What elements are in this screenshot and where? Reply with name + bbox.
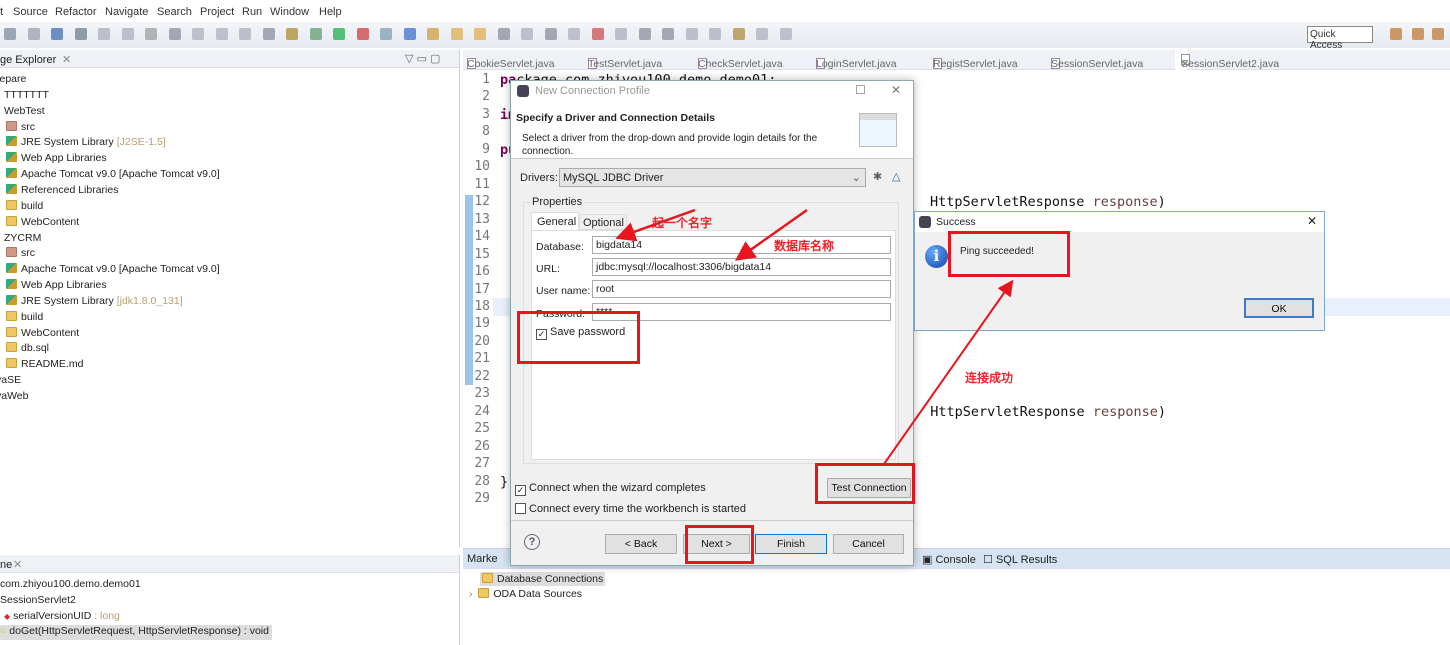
arrow-to-ping — [883, 279, 1014, 465]
annotation-arrows — [615, 208, 1014, 465]
arrow-to-database — [615, 208, 696, 242]
arrow-to-url — [734, 208, 808, 261]
